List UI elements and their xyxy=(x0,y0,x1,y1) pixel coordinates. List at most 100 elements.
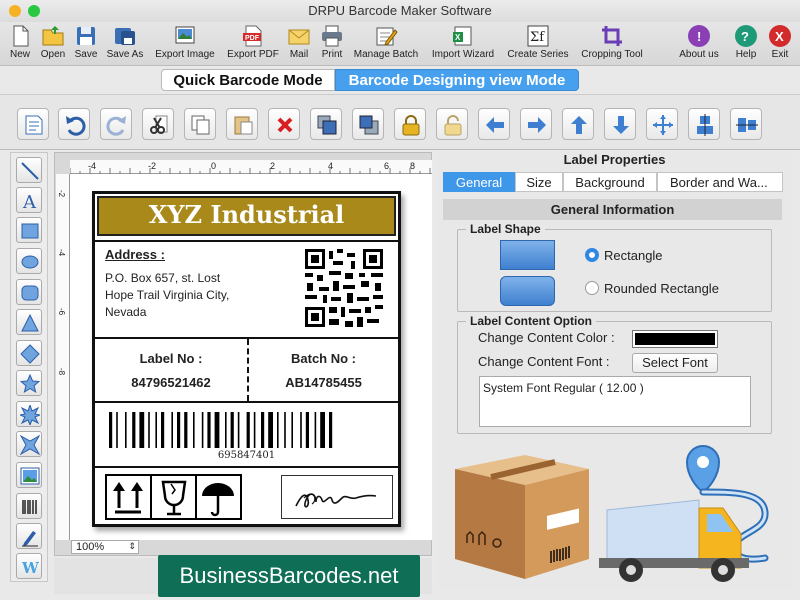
barcode-bar xyxy=(284,412,286,448)
bring-front-icon xyxy=(317,115,337,135)
rounded-rectangle-tool[interactable] xyxy=(16,279,42,305)
barcode-bar xyxy=(300,412,302,448)
barcode-number[interactable]: 695847401 xyxy=(95,450,398,461)
cropping-tool-button[interactable]: Cropping Tool xyxy=(576,22,648,66)
rounded-rectangle-radio[interactable] xyxy=(585,281,599,295)
tab-general[interactable]: General xyxy=(443,172,515,192)
text-tool[interactable]: A xyxy=(16,187,42,213)
barcode-bar xyxy=(184,412,188,448)
barcode-tool[interactable] xyxy=(16,493,42,519)
tab-border-and-watermark[interactable]: Border and Wa... xyxy=(657,172,783,192)
barcode-bars[interactable] xyxy=(109,412,385,448)
help-button[interactable]: ? Help xyxy=(731,22,761,66)
picture-icon xyxy=(20,467,40,485)
manage-batch-button[interactable]: Manage Batch xyxy=(350,22,422,66)
delete-button[interactable] xyxy=(268,108,300,140)
barcode-bar xyxy=(139,412,145,448)
open-button[interactable]: Open xyxy=(37,22,69,66)
move-left-button[interactable] xyxy=(478,108,510,140)
move-down-button[interactable] xyxy=(604,108,636,140)
align-horizontal-button[interactable] xyxy=(730,108,762,140)
create-series-button[interactable]: Σf Create Series xyxy=(504,22,572,66)
save-as-button[interactable]: Save As xyxy=(104,22,146,66)
barcode-bar xyxy=(125,412,127,448)
address-line: Nevada xyxy=(105,305,147,319)
exit-button[interactable]: X Exit xyxy=(766,22,794,66)
barcode-bar xyxy=(193,412,195,448)
unlock-button[interactable] xyxy=(436,108,468,140)
about-us-button[interactable]: ! About us xyxy=(675,22,723,66)
address-block[interactable]: P.O. Box 657, st. Lost Hope Trail Virgin… xyxy=(105,270,229,321)
label-no-value[interactable]: 84796521462 xyxy=(95,375,247,390)
barcode-label[interactable]: XYZ Industrial Address : P.O. Box 657, s… xyxy=(92,191,401,527)
rectangle-option-label[interactable]: Rectangle xyxy=(604,248,663,263)
zoom-select[interactable]: 100% ⇕ xyxy=(71,540,139,554)
ellipse-tool[interactable] xyxy=(16,248,42,274)
select-font-button[interactable]: Select Font xyxy=(632,353,718,373)
barcode-bar xyxy=(305,412,309,448)
paste-button[interactable] xyxy=(226,108,258,140)
zoom-dot[interactable] xyxy=(28,5,40,17)
move-up-button[interactable] xyxy=(562,108,594,140)
export-image-label: Export Image xyxy=(155,49,215,60)
align-vertical-icon xyxy=(697,114,713,136)
header-bar[interactable]: XYZ Industrial xyxy=(97,196,396,236)
line-tool[interactable] xyxy=(16,157,42,183)
svg-text:W: W xyxy=(21,559,40,577)
four-point-star-tool[interactable] xyxy=(16,431,42,457)
rectangle-radio[interactable] xyxy=(585,248,599,262)
burst-tool[interactable] xyxy=(16,401,42,427)
import-wizard-button[interactable]: X Import Wizard xyxy=(426,22,500,66)
export-pdf-button[interactable]: PDF Export PDF xyxy=(224,22,282,66)
barcode-designing-mode-button[interactable]: Barcode Designing view Mode xyxy=(335,69,579,91)
rectangle-shape-preview[interactable] xyxy=(500,240,555,270)
help-icon: ? xyxy=(735,25,757,47)
printer-icon xyxy=(322,25,342,47)
print-button[interactable]: Print xyxy=(317,22,347,66)
undo-button[interactable] xyxy=(58,108,90,140)
align-vertical-button[interactable] xyxy=(688,108,720,140)
lock-button[interactable] xyxy=(394,108,426,140)
manage-batch-label: Manage Batch xyxy=(353,49,419,60)
signature-tool[interactable] xyxy=(16,523,42,549)
move-right-button[interactable] xyxy=(520,108,552,140)
handling-symbols[interactable] xyxy=(105,474,242,520)
tab-background[interactable]: Background xyxy=(563,172,657,192)
image-tool[interactable] xyxy=(16,462,42,488)
diamond-tool[interactable] xyxy=(16,340,42,366)
save-button[interactable]: Save xyxy=(72,22,100,66)
tab-size[interactable]: Size xyxy=(515,172,563,192)
rounded-rectangle-option-label[interactable]: Rounded Rectangle xyxy=(604,281,719,296)
signature-box[interactable] xyxy=(281,475,393,519)
qr-code[interactable] xyxy=(305,249,383,327)
new-button[interactable]: New xyxy=(5,22,35,66)
properties-button[interactable] xyxy=(17,108,49,140)
barcode-bar xyxy=(253,412,256,448)
address-title[interactable]: Address : xyxy=(105,247,165,262)
redo-button[interactable] xyxy=(100,108,132,140)
font-preview-box[interactable]: System Font Regular ( 12.00 ) xyxy=(479,376,751,427)
star-tool[interactable] xyxy=(16,370,42,396)
batch-no-value[interactable]: AB14785455 xyxy=(249,375,398,390)
help-label: Help xyxy=(735,49,757,60)
rounded-rectangle-shape-preview[interactable] xyxy=(500,276,555,306)
address-line: P.O. Box 657, st. Lost xyxy=(105,271,221,285)
batch-no-title[interactable]: Batch No : xyxy=(249,351,398,366)
label-no-title[interactable]: Label No : xyxy=(95,351,247,366)
export-image-button[interactable]: Export Image xyxy=(152,22,218,66)
barcode-bar xyxy=(225,412,227,448)
center-button[interactable] xyxy=(646,108,678,140)
rectangle-tool[interactable] xyxy=(16,217,42,243)
quick-barcode-mode-button[interactable]: Quick Barcode Mode xyxy=(161,69,335,91)
triangle-tool[interactable] xyxy=(16,309,42,335)
mail-button[interactable]: Mail xyxy=(286,22,312,66)
copy-button[interactable] xyxy=(184,108,216,140)
word-art-tool[interactable]: W xyxy=(16,553,42,579)
send-to-back-button[interactable] xyxy=(352,108,384,140)
minimize-dot[interactable] xyxy=(9,5,21,17)
cut-button[interactable] xyxy=(142,108,174,140)
content-color-swatch[interactable] xyxy=(632,330,718,348)
undo-icon xyxy=(66,116,86,136)
bring-to-front-button[interactable] xyxy=(310,108,342,140)
redo-icon xyxy=(106,116,126,136)
